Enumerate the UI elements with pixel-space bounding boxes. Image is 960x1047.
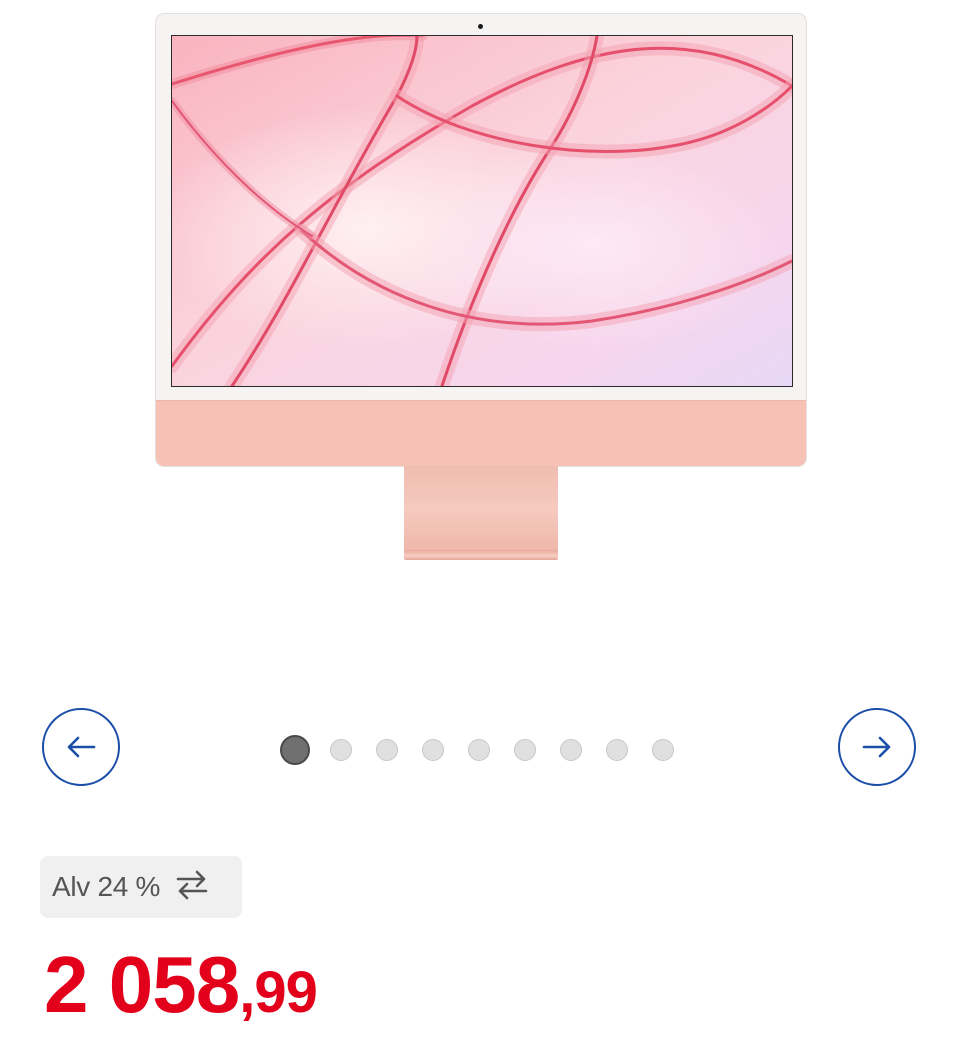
imac-display-frame — [156, 14, 806, 466]
product-price: 2 058,99 — [44, 945, 318, 1025]
carousel-dot[interactable] — [422, 739, 444, 761]
next-image-button[interactable] — [838, 708, 916, 786]
previous-image-button[interactable] — [42, 708, 120, 786]
arrow-right-icon — [862, 736, 891, 758]
carousel-dot[interactable] — [376, 739, 398, 761]
carousel-dot[interactable] — [652, 739, 674, 761]
price-decimals: ,99 — [239, 960, 318, 1025]
product-image[interactable] — [150, 8, 812, 568]
imac-stand-foot — [404, 550, 558, 560]
imac-screen-wallpaper — [171, 35, 793, 387]
carousel-dot[interactable] — [330, 739, 352, 761]
swap-arrows-icon — [174, 869, 210, 906]
carousel-dot[interactable] — [606, 739, 628, 761]
carousel-dot[interactable] — [514, 739, 536, 761]
carousel-dot[interactable] — [468, 739, 490, 761]
price-main: 2 058 — [44, 940, 240, 1029]
arrow-left-icon — [67, 736, 96, 758]
imac-chin — [156, 400, 806, 466]
imac-stand — [404, 466, 558, 552]
vat-toggle-button[interactable]: Alv 24 % — [40, 856, 242, 918]
carousel-pagination — [280, 735, 674, 765]
carousel-dot[interactable] — [280, 735, 310, 765]
vat-label: Alv 24 % — [52, 871, 161, 902]
carousel-dot[interactable] — [560, 739, 582, 761]
camera-dot — [478, 24, 483, 29]
